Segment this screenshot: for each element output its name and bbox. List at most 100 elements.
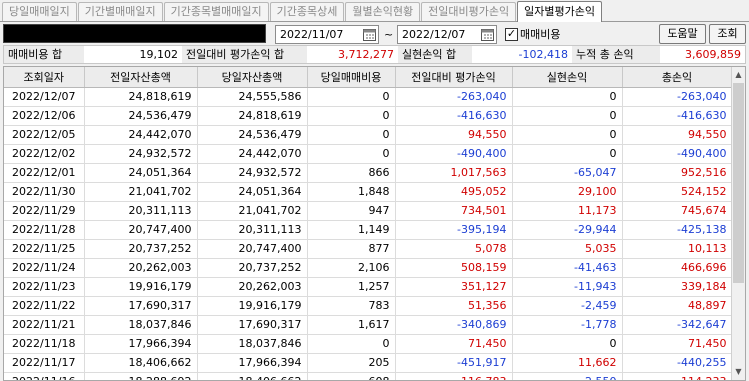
table-cell: 339,184 (622, 277, 733, 297)
scroll-down-arrow-icon[interactable]: ▼ (732, 365, 745, 379)
table-cell: 2022/11/21 (4, 315, 85, 335)
calendar-icon[interactable] (481, 28, 494, 41)
table-cell: 0 (512, 125, 623, 145)
tab-2[interactable]: 기간종목별매매일지 (163, 2, 269, 21)
tab-5[interactable]: 전일대비평가손익 (421, 2, 517, 21)
table-cell: 1,149 (307, 220, 396, 240)
table-cell: 24,536,479 (84, 106, 198, 126)
table-row[interactable]: 2022/11/25 20,737,252 20,747,400 877 5,078 5,… (4, 239, 733, 259)
filter-bar: 2022/11/07 ~ 2022/12/07 ✓ 매매비용 도움말 조회 (0, 22, 749, 44)
table-cell: 1,017,563 (395, 163, 513, 183)
table-cell: 734,501 (395, 201, 513, 221)
include-fees-checkbox[interactable]: ✓ (505, 28, 518, 41)
table-cell: -340,869 (395, 315, 513, 335)
tab-0[interactable]: 당일매매일지 (2, 2, 77, 21)
fees-sum-label: 매매비용 합 (4, 46, 84, 63)
table-row[interactable]: 2022/12/05 24,442,070 24,536,479 0 94,550 0 94… (4, 125, 733, 145)
table-cell: 0 (307, 334, 396, 354)
column-header[interactable]: 당일매매비용 (307, 67, 396, 88)
table-cell: 17,690,317 (197, 315, 308, 335)
table-cell: -2,550 (512, 372, 623, 380)
include-fees-label: 매매비용 (520, 28, 561, 41)
table-cell: 51,356 (395, 296, 513, 316)
table-cell: 508,159 (395, 258, 513, 278)
table-cell: -490,400 (622, 144, 733, 164)
table-row[interactable]: 2022/11/28 20,747,400 20,311,113 1,149 -395,… (4, 220, 733, 240)
table-cell: 0 (307, 87, 396, 107)
table-cell: 866 (307, 163, 396, 183)
table-cell: 17,966,394 (197, 353, 308, 373)
table-cell: 18,288,692 (84, 372, 198, 380)
calendar-icon[interactable] (363, 28, 376, 41)
table-cell: 116,783 (395, 372, 513, 380)
help-button[interactable]: 도움말 (659, 24, 706, 44)
table-cell: 1,848 (307, 182, 396, 202)
table-row[interactable]: 2022/11/18 17,966,394 18,037,846 0 71,450 0 71… (4, 334, 733, 354)
tab-4[interactable]: 월별손익현황 (345, 2, 421, 21)
table-cell: 2022/11/23 (4, 277, 85, 297)
table-row[interactable]: 2022/11/21 18,037,846 17,690,317 1,617 -340,… (4, 315, 733, 335)
tab-3[interactable]: 기간종목상세 (269, 2, 345, 21)
table-row[interactable]: 2022/12/01 24,051,364 24,932,572 866 1,017,5… (4, 163, 733, 183)
table-row[interactable]: 2022/12/02 24,932,572 24,442,070 0 -490,400 0… (4, 144, 733, 164)
table-cell: -416,630 (395, 106, 513, 126)
search-button[interactable]: 조회 (709, 24, 746, 44)
table-cell: 71,450 (395, 334, 513, 354)
table-cell: 2022/12/02 (4, 144, 85, 164)
table-cell: 2022/11/25 (4, 239, 85, 259)
scroll-up-arrow-icon[interactable]: ▲ (732, 68, 745, 82)
table-cell: 24,818,619 (84, 87, 198, 107)
table-row[interactable]: 2022/11/23 19,916,179 20,262,003 1,257 351,1… (4, 277, 733, 297)
table-cell: 24,818,619 (197, 106, 308, 126)
table-cell: 2022/12/01 (4, 163, 85, 183)
tab-6[interactable]: 일자별평가손익 (517, 1, 602, 22)
table-cell: 0 (512, 144, 623, 164)
table-cell: 2,106 (307, 258, 396, 278)
table-cell: 2022/12/07 (4, 87, 85, 107)
table-cell: 2022/11/24 (4, 258, 85, 278)
table-cell: 17,690,317 (84, 296, 198, 316)
table-cell: 0 (307, 144, 396, 164)
table-row[interactable]: 2022/11/24 20,262,003 20,737,252 2,106 508,1… (4, 258, 733, 278)
vertical-scrollbar[interactable]: ▲ ▼ (731, 67, 745, 380)
table-cell: -263,040 (622, 87, 733, 107)
table-cell: 24,536,479 (197, 125, 308, 145)
table-cell: -395,194 (395, 220, 513, 240)
table-row[interactable]: 2022/12/07 24,818,619 24,555,586 0 -263,040 0… (4, 87, 733, 107)
table-row[interactable]: 2022/12/06 24,536,479 24,818,619 0 -416,630 0… (4, 106, 733, 126)
realized-sum-label: 실현손익 합 (398, 46, 472, 63)
scrollbar-thumb[interactable] (733, 83, 744, 283)
table-cell: 18,406,662 (84, 353, 198, 373)
tab-1[interactable]: 기간별매매일지 (77, 2, 163, 21)
table-cell: 20,747,400 (84, 220, 198, 240)
table-row[interactable]: 2022/11/17 18,406,662 17,966,394 205 -451,91… (4, 353, 733, 373)
daily-pnl-grid: 조회일자 전일자산총액 당일자산총액 당일매매비용 전일대비 평가손익 실현손익 총손익 2… (3, 66, 746, 381)
column-header[interactable]: 실현손익 (512, 67, 623, 88)
table-cell: 24,932,572 (84, 144, 198, 164)
table-cell: 114,233 (622, 372, 733, 380)
summary-bar: 매매비용 합 19,102 전일대비 평가손익 합 3,712,277 실현손익… (3, 45, 746, 64)
table-cell: -29,944 (512, 220, 623, 240)
column-header[interactable]: 전일자산총액 (84, 67, 198, 88)
table-cell: 11,662 (512, 353, 623, 373)
table-cell: -440,255 (622, 353, 733, 373)
total-pnl-value: 3,609,859 (685, 48, 741, 61)
table-cell: 0 (512, 334, 623, 354)
start-date-input[interactable]: 2022/11/07 (275, 25, 379, 44)
account-selector[interactable] (3, 24, 266, 43)
end-date-input[interactable]: 2022/12/07 (397, 25, 497, 44)
table-row[interactable]: 2022/11/29 20,311,113 21,041,702 947 734,501… (4, 201, 733, 221)
table-row[interactable]: 2022/11/30 21,041,702 24,051,364 1,848 495,0… (4, 182, 733, 202)
table-cell: 5,078 (395, 239, 513, 259)
table-cell: -416,630 (622, 106, 733, 126)
table-cell: -11,943 (512, 277, 623, 297)
column-header[interactable]: 전일대비 평가손익 (395, 67, 513, 88)
table-cell: -263,040 (395, 87, 513, 107)
tab-bar: 당일매매일지 기간별매매일지 기간종목별매매일지 기간종목상세 월별손익현황 전일대비평가… (0, 0, 749, 22)
table-row[interactable]: 2022/11/1618,288,69218,406,662608116,783… (4, 372, 733, 380)
column-header[interactable]: 당일자산총액 (197, 67, 308, 88)
column-header[interactable]: 총손익 (622, 67, 733, 88)
table-cell: 608 (307, 372, 396, 380)
column-header[interactable]: 조회일자 (4, 67, 85, 88)
table-row[interactable]: 2022/11/22 17,690,317 19,916,179 783 51,356-… (4, 296, 733, 316)
